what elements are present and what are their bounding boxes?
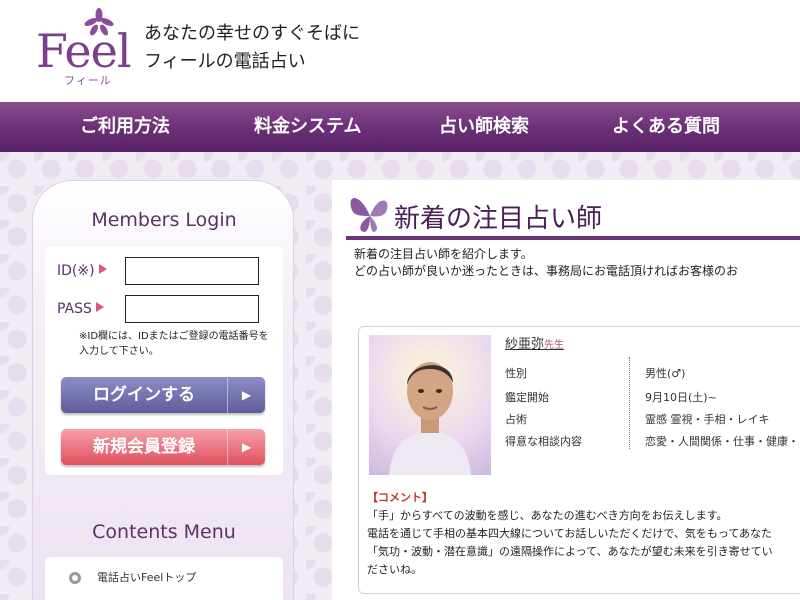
id-label-text: ID(※) xyxy=(57,263,95,279)
menu-item-top[interactable]: 電話占いFeelトップ xyxy=(45,557,283,599)
title-divider xyxy=(346,236,800,240)
tagline-line1: あなたの幸せのすぐそばに xyxy=(144,23,360,44)
login-button-label: ログインする xyxy=(93,385,195,405)
circle-bullet-icon xyxy=(69,572,81,584)
fortune-teller-card: 紗亜弥先生 性別 男性(♂) 鑑定開始 9月10日(土)~ 占術 霊感 霊視・手… xyxy=(358,326,800,594)
menu-item-label: 電話占いFeelトップ xyxy=(97,571,197,584)
comment-line: 「手」からすべての波動を感じ、あなたの進むべき方向をお伝えします。 xyxy=(367,509,728,522)
comment-title: 【コメント】 xyxy=(367,491,433,504)
profile-value-specialty: 恋愛・人間関係・仕事・健康・ xyxy=(645,435,799,448)
honorific: 先生 xyxy=(544,340,565,351)
register-button[interactable]: 新規会員登録 ▶ xyxy=(61,429,265,465)
login-button[interactable]: ログインする ▶ xyxy=(61,377,265,413)
profile-value-method: 霊感 霊視・手相・レイキ xyxy=(645,413,770,426)
triangle-right-icon xyxy=(98,264,107,274)
pass-label-text: PASS xyxy=(57,301,92,317)
profile-label-method: 占術 xyxy=(505,413,527,426)
contents-menu-list: 電話占いFeelトップ xyxy=(45,557,283,600)
site-logo[interactable]: Feel フィール xyxy=(36,8,132,88)
id-input[interactable] xyxy=(125,257,259,285)
fortune-teller-name[interactable]: 紗亜弥先生 xyxy=(505,333,564,352)
id-note: ※ID欄には、IDまたはご登録の電話番号を入力して下さい。 xyxy=(79,331,269,357)
nav-item-usage[interactable]: ご利用方法 xyxy=(80,102,170,152)
sidebar: Members Login ID(※) PASS ※ID欄には、IDまたはご登録… xyxy=(32,180,294,600)
section-title: 新着の注目占い師 xyxy=(394,204,603,234)
main-nav: ご利用方法 料金システム 占い師検索 よくある質問 xyxy=(0,102,800,152)
nav-item-pricing[interactable]: 料金システム xyxy=(254,102,361,152)
profile-label-specialty: 得意な相談内容 xyxy=(505,435,582,448)
comment-line: ださいね。 xyxy=(367,563,422,576)
profile-label-gender: 性別 xyxy=(505,367,527,380)
tagline-line2: フィールの電話占い xyxy=(144,51,306,72)
comment-line: 電話を通じて手相の基本四大線についてお話しいただくだけで、気をもってあなた xyxy=(367,527,773,540)
intro-text: 新着の注目占い師を紹介します。 どの占い師が良いか迷ったときは、事務局にお電話頂… xyxy=(354,246,800,280)
nav-item-search[interactable]: 占い師検索 xyxy=(439,102,529,152)
register-button-label: 新規会員登録 xyxy=(93,437,195,457)
intro-line2: どの占い師が良いか迷ったときは、事務局にお電話頂ければお客様のお xyxy=(354,264,739,278)
logo-text: Feel xyxy=(36,24,132,78)
portrait-image xyxy=(389,362,471,475)
main-content: 新着の注目占い師 新着の注目占い師を紹介します。 どの占い師が良いか迷ったときは… xyxy=(332,180,800,600)
pass-input[interactable] xyxy=(125,295,259,323)
profile-value-gender: 男性(♂) xyxy=(645,367,686,380)
intro-line1: 新着の注目占い師を紹介します。 xyxy=(354,247,533,261)
login-form: ID(※) PASS ※ID欄には、IDまたはご登録の電話番号を入力して下さい。… xyxy=(45,247,283,475)
arrow-right-icon: ▶ xyxy=(227,429,265,465)
fortune-teller-name-text: 紗亜弥 xyxy=(505,337,545,352)
logo-subtext: フィール xyxy=(64,74,112,87)
contents-menu-title: Contents Menu xyxy=(92,521,236,543)
comment-text: 「手」からすべての波動を感じ、あなたの進むべき方向をお伝えします。 電話を通じて… xyxy=(367,507,800,579)
arrow-right-icon: ▶ xyxy=(227,377,265,413)
profile-divider xyxy=(629,357,630,449)
site-header: Feel フィール あなたの幸せのすぐそばに フィールの電話占い xyxy=(0,0,800,102)
triangle-right-icon xyxy=(95,302,104,312)
pass-label: PASS xyxy=(57,301,104,317)
nav-item-faq[interactable]: よくある質問 xyxy=(612,102,720,152)
tagline: あなたの幸せのすぐそばに フィールの電話占い xyxy=(144,20,444,76)
comment-line: 「気功・波動・潜在意識」の遠隔操作によって、あなたが望む未来を引き寄せてい xyxy=(367,545,773,558)
butterfly-icon xyxy=(350,197,388,232)
id-label: ID(※) xyxy=(57,263,107,279)
fortune-teller-photo[interactable] xyxy=(369,335,491,475)
profile-value-start: 9月10日(土)~ xyxy=(645,391,717,404)
login-title: Members Login xyxy=(91,209,237,231)
profile-label-start: 鑑定開始 xyxy=(505,391,549,404)
